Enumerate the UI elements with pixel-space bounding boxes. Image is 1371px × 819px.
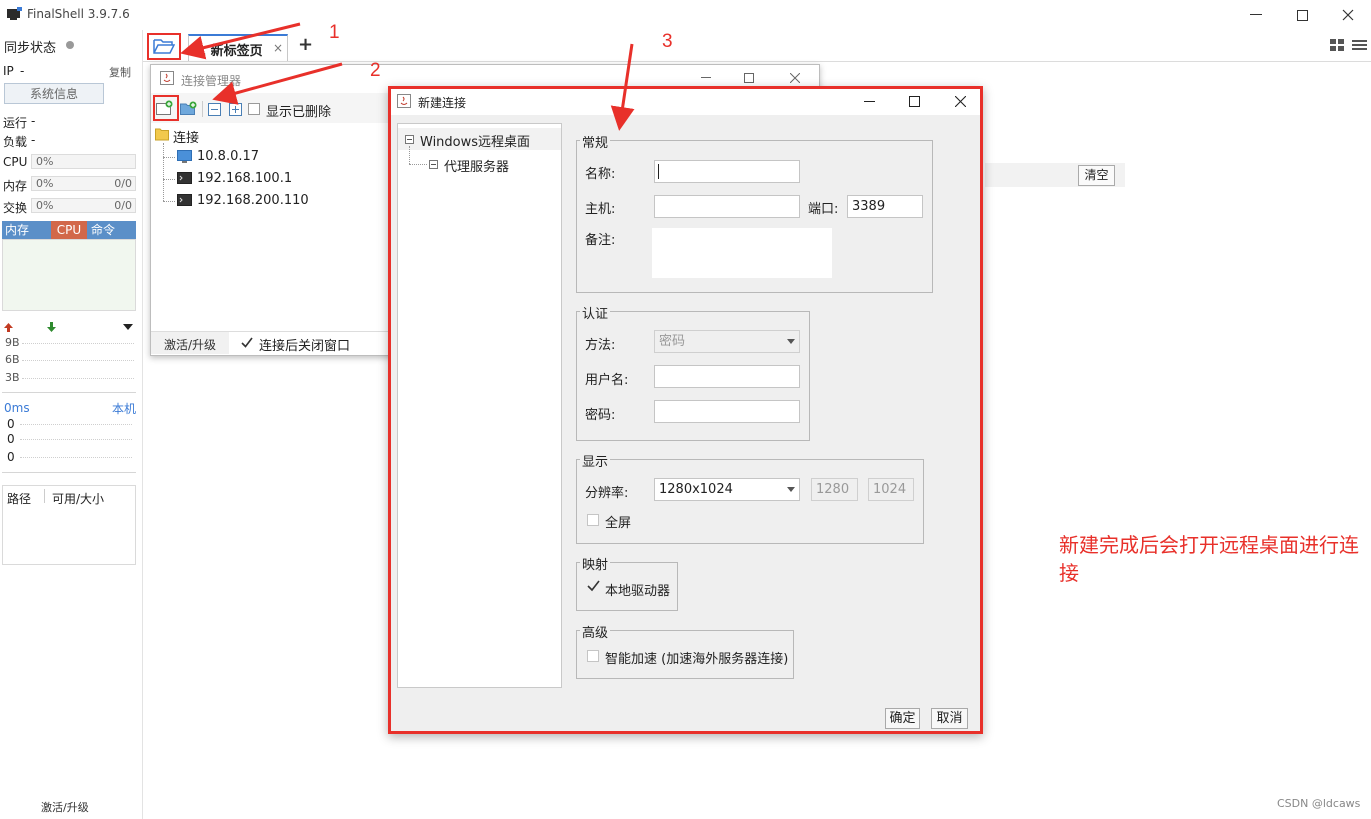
annotation-step-2: 2	[370, 60, 381, 81]
annotation-step-1: 1	[329, 22, 340, 43]
annotation-note: 新建完成后会打开远程桌面进行连接	[1059, 533, 1359, 585]
annotation-arrows	[180, 22, 635, 131]
annotation-step-3: 3	[662, 31, 673, 52]
watermark: CSDN @ldcaws	[1277, 797, 1361, 810]
arrow-1	[180, 22, 301, 60]
arrow-3	[610, 43, 635, 131]
arrow-2	[212, 62, 343, 105]
